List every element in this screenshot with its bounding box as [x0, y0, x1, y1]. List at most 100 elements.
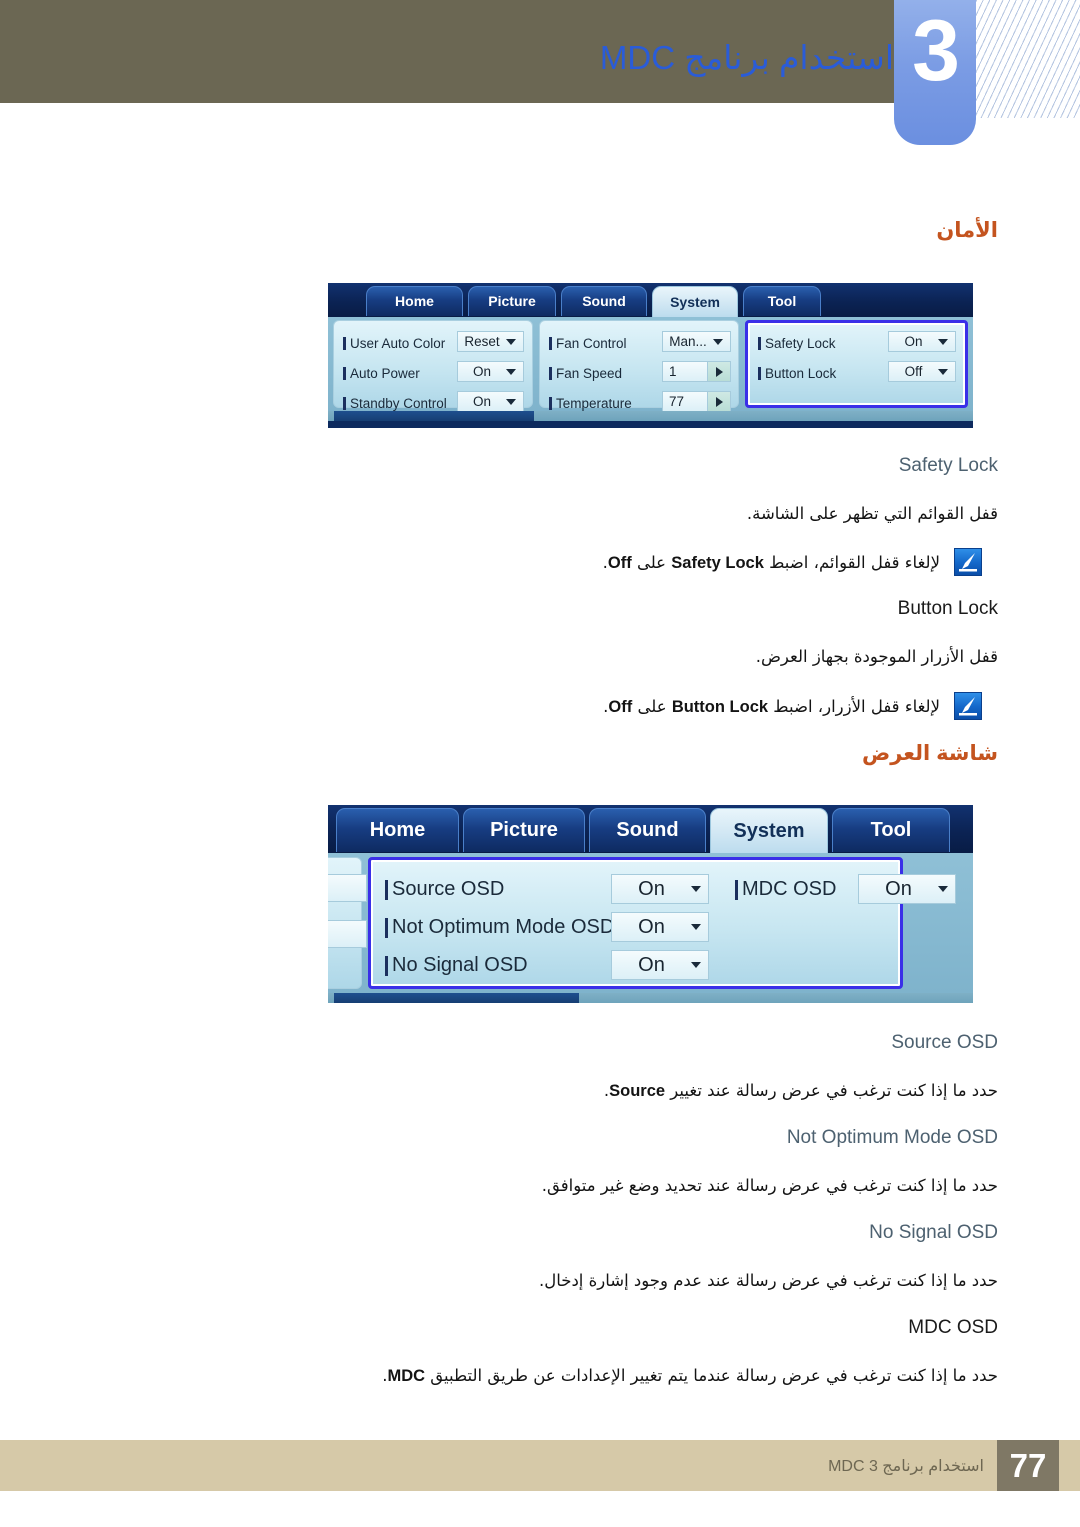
chevron-down-icon [506, 368, 516, 375]
tab-home[interactable]: Home [336, 808, 459, 852]
row-marker-icon [385, 879, 388, 900]
row-source-osd: Source OSD [385, 878, 504, 901]
row-marker-icon [549, 337, 552, 351]
value-user-auto-color: Reset [464, 334, 500, 349]
note-text-bold-2: Off [607, 554, 632, 572]
label-auto-power: Auto Power [350, 366, 420, 382]
row-mdc-osd: MDC OSD [735, 878, 836, 901]
tab-sound[interactable]: Sound [561, 286, 647, 316]
value-auto-power: On [472, 364, 491, 379]
tab-home[interactable]: Home [366, 286, 463, 316]
row-user-auto-color: User Auto Color [343, 335, 445, 353]
dropdown-fan-control[interactable]: Man... [662, 331, 731, 352]
mdc-status-bar [328, 411, 973, 421]
mdc-panel-system-security: Home Picture Sound System Tool User Auto… [328, 283, 973, 428]
mdc-status-bar [328, 993, 973, 1003]
dropdown-source-osd[interactable]: On [611, 874, 709, 904]
desc-no-signal-osd: حدد ما إذا كنت ترغب في عرض رسالة عند عدم… [538, 1271, 998, 1290]
note-text-bold-1: Button Lock [671, 698, 769, 716]
triangle-right-icon [715, 366, 723, 377]
term-source-osd: Source OSD [891, 1032, 998, 1053]
value-no-signal-osd: On [638, 953, 665, 976]
row-marker-icon [385, 917, 388, 938]
dropdown-auto-power[interactable]: On [457, 361, 524, 382]
spinner-increase-button[interactable] [707, 362, 730, 381]
dropdown-mdc-osd[interactable]: On [858, 874, 956, 904]
dropdown-safety-lock[interactable]: On [888, 331, 956, 352]
term-button-lock: Button Lock [897, 598, 998, 619]
section-heading-security: الأمان [936, 219, 998, 242]
spinner-fan-speed[interactable]: 1 [662, 361, 731, 382]
section-heading-display: شاشة العرض [861, 742, 998, 765]
tab-system[interactable]: System [710, 808, 828, 853]
chevron-down-icon [691, 886, 701, 892]
chevron-down-icon [691, 924, 701, 930]
label-button-lock: Button Lock [765, 366, 837, 382]
group-system-middle: Fan Control Man... Fan Speed 1 Temperatu… [539, 320, 739, 412]
dropdown-button-lock[interactable]: Off [888, 361, 956, 382]
chevron-down-icon [506, 398, 516, 405]
row-marker-icon [343, 397, 346, 411]
chevron-down-icon [506, 338, 516, 345]
term-safety-lock: Safety Lock [898, 455, 998, 476]
value-not-optimum-mode-osd: On [638, 915, 665, 938]
dropdown-user-auto-color[interactable]: Reset [457, 331, 524, 352]
note-text-pre: لإلغاء قفل القوائم، اضبط [763, 553, 940, 572]
row-marker-icon [343, 367, 346, 381]
partial-control[interactable] [328, 874, 367, 902]
partial-control[interactable] [328, 920, 367, 948]
row-marker-icon [549, 367, 552, 381]
note-pencil-icon [954, 548, 982, 576]
row-marker-icon [385, 955, 388, 976]
label-fan-control: Fan Control [556, 336, 627, 352]
label-no-signal-osd: No Signal OSD [392, 954, 528, 976]
mdc-tabbar: Home Picture Sound System Tool [328, 283, 973, 317]
value-fan-speed: 1 [669, 364, 677, 379]
group-system-lock-highlighted: Safety Lock On Button Lock Off [745, 320, 968, 408]
row-safety-lock: Safety Lock [758, 335, 836, 353]
value-mdc-osd: On [885, 877, 912, 900]
row-marker-icon [758, 337, 761, 351]
note-text-bold-1: Safety Lock [671, 554, 764, 572]
note-pencil-icon [954, 692, 982, 720]
spinner-temperature[interactable]: 77 [662, 391, 731, 412]
value-button-lock: Off [904, 364, 923, 379]
value-fan-control: Man... [669, 334, 707, 349]
mdc-body-security: User Auto Color Reset Auto Power On Stan… [328, 317, 973, 412]
term-not-optimum-mode-osd: Not Optimum Mode OSD [786, 1127, 998, 1148]
row-no-signal-osd: No Signal OSD [385, 954, 528, 977]
label-source-osd: Source OSD [392, 878, 505, 900]
tab-tool[interactable]: Tool [832, 808, 950, 852]
note-text-mid: على [632, 697, 672, 716]
mdc-panel-system-osd: Home Picture Sound System Tool Source OS… [328, 805, 973, 1003]
tab-tool[interactable]: Tool [743, 286, 821, 316]
dropdown-no-signal-osd[interactable]: On [611, 950, 709, 980]
note-button-lock: لإلغاء قفل الأزرار، اضبط Button Lock على… [603, 695, 940, 719]
row-marker-icon [343, 337, 346, 351]
label-safety-lock: Safety Lock [765, 336, 836, 352]
spinner-increase-button[interactable] [707, 392, 730, 411]
row-auto-power: Auto Power [343, 365, 420, 383]
mdc-tabstrip[interactable]: Home Picture Sound System Tool [328, 283, 973, 317]
desc-text-bold: Source [609, 1082, 666, 1100]
chevron-down-icon [938, 368, 948, 375]
page-number: 77 [997, 1440, 1059, 1491]
row-fan-control: Fan Control [549, 335, 627, 353]
tab-picture[interactable]: Picture [463, 808, 585, 852]
dropdown-not-optimum-mode-osd[interactable]: On [611, 912, 709, 942]
tab-system[interactable]: System [652, 286, 738, 317]
triangle-right-icon [715, 396, 723, 407]
tab-picture[interactable]: Picture [468, 286, 556, 316]
note-text-pre: لإلغاء قفل الأزرار، اضبط [768, 697, 940, 716]
group-osd-highlighted: Source OSD On Not Optimum Mode OSD On No… [368, 857, 956, 989]
row-marker-icon [735, 879, 738, 900]
note-text-bold-2: Off [608, 698, 633, 716]
value-safety-lock: On [904, 334, 923, 349]
mdc-progress-indicator [334, 993, 579, 1003]
header-hatch-decoration [976, 0, 1080, 118]
dropdown-standby-control[interactable]: On [457, 391, 524, 412]
label-temperature: Temperature [556, 396, 632, 412]
chevron-down-icon [938, 338, 948, 345]
mdc-tabstrip[interactable]: Home Picture Sound System Tool [328, 805, 973, 853]
tab-sound[interactable]: Sound [589, 808, 706, 852]
